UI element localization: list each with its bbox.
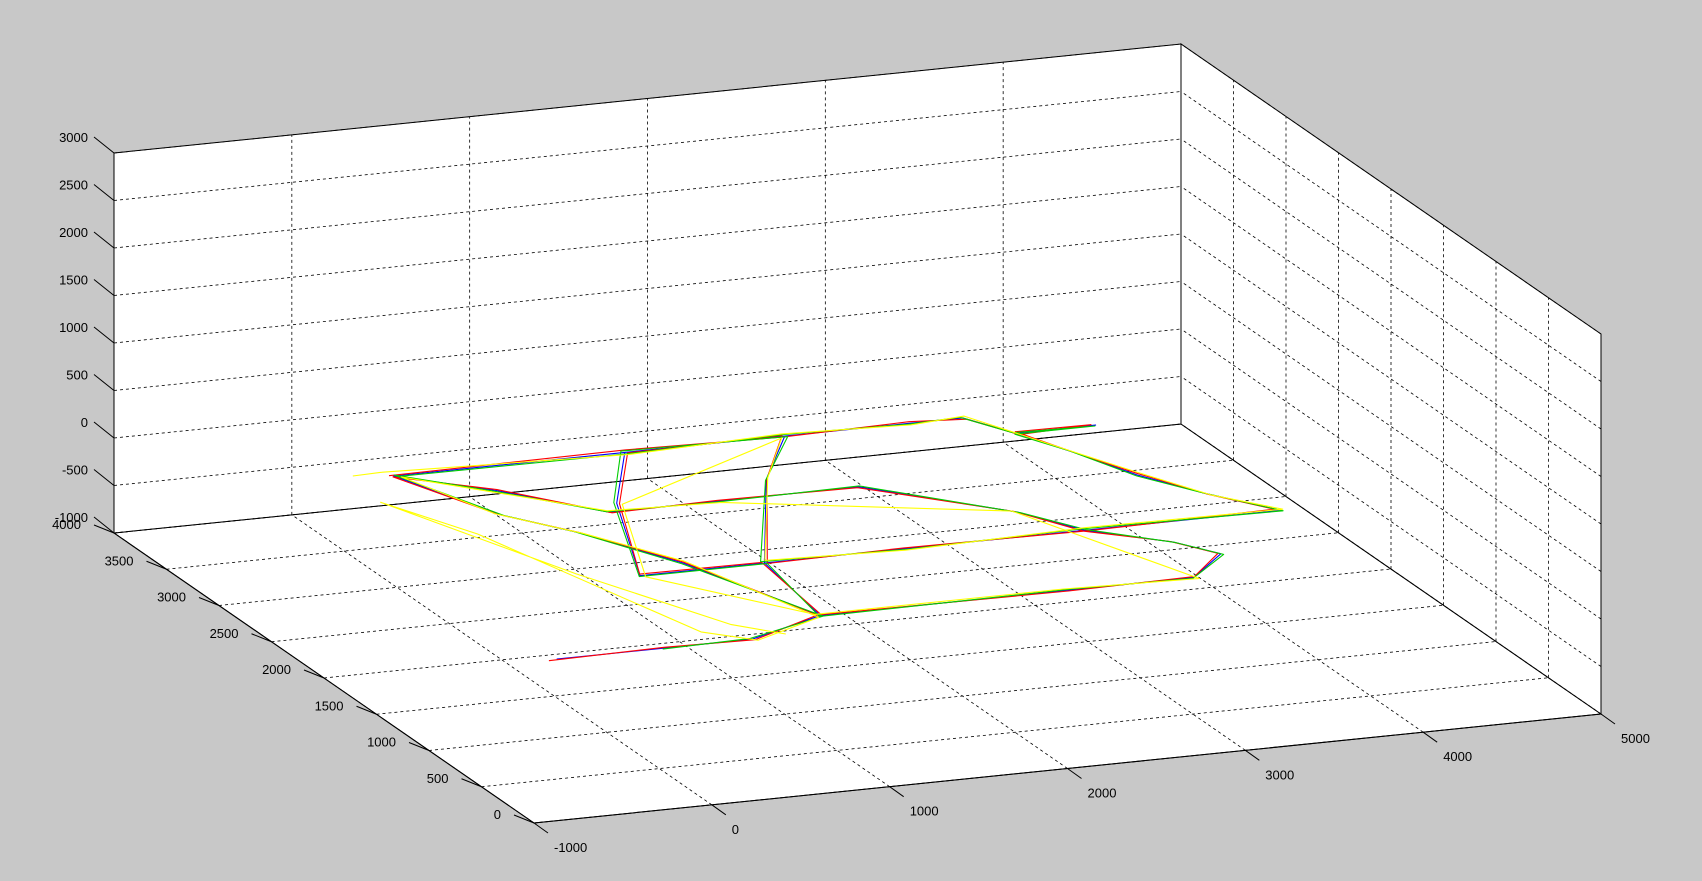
- y-tick-label: 3000: [157, 590, 186, 605]
- z-tick-label: -500: [62, 463, 88, 478]
- x-tick-label: 3000: [1265, 767, 1294, 782]
- y-tick-label: 3500: [105, 553, 134, 568]
- y-tick-label: 2000: [262, 662, 291, 677]
- z-tick-label: -1000: [55, 510, 88, 525]
- x-tick-label: -1000: [554, 840, 587, 855]
- x-tick-label: 2000: [1088, 786, 1117, 801]
- x-tick-label: 5000: [1621, 731, 1650, 746]
- z-tick-label: 2500: [59, 178, 88, 193]
- y-tick-label: 0: [494, 807, 501, 822]
- z-tick-label: 500: [66, 368, 88, 383]
- z-tick-label: 3000: [59, 130, 88, 145]
- x-tick-label: 0: [732, 822, 739, 837]
- x-tick-label: 1000: [910, 804, 939, 819]
- z-tick-label: 0: [81, 415, 88, 430]
- y-tick-label: 2500: [210, 626, 239, 641]
- z-tick-label: 1500: [59, 273, 88, 288]
- z-tick-label: 2000: [59, 225, 88, 240]
- z-tick-label: 1000: [59, 320, 88, 335]
- y-tick-label: 1000: [367, 735, 396, 750]
- y-tick-label: 500: [427, 771, 449, 786]
- y-tick-label: 1500: [315, 698, 344, 713]
- x-tick-label: 4000: [1443, 749, 1472, 764]
- 3d-line-plot: -100001000200030004000500005001000150020…: [0, 0, 1702, 881]
